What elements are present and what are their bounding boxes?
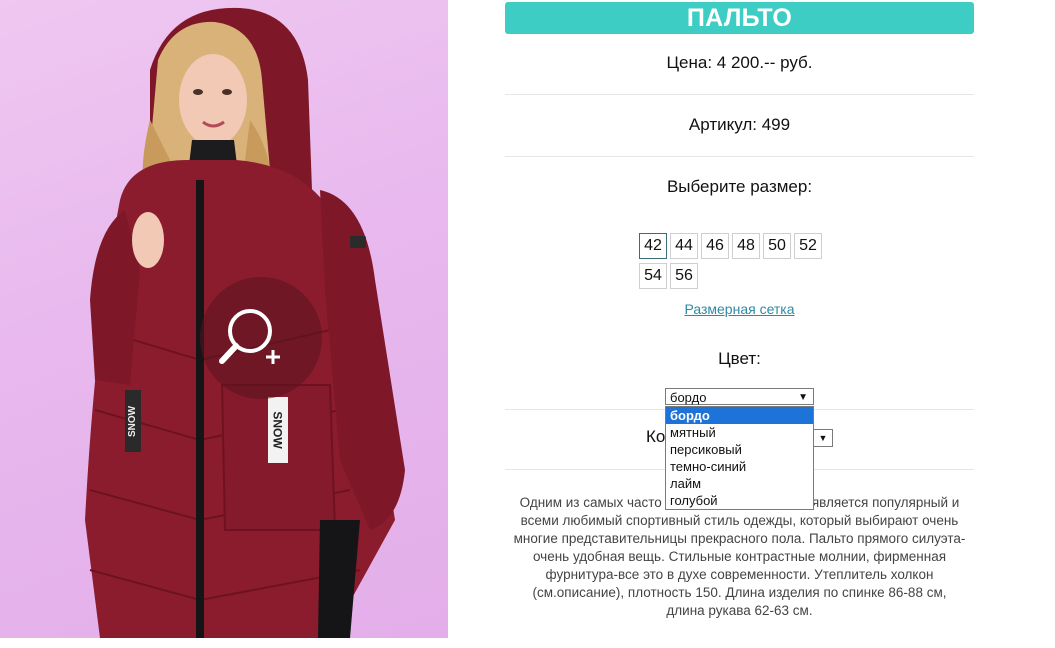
desc-line: (см.описание), плотность 150. Длина изде… [532, 585, 947, 600]
snow-tape-text-left: SNOW [127, 405, 139, 437]
snow-tape-label-left: SNOW [125, 390, 141, 452]
desc-line-start: Одним из самых часто [519, 495, 662, 510]
color-option-navy[interactable]: темно-синий [666, 458, 813, 475]
zoom-button[interactable] [200, 277, 322, 399]
size-option-42[interactable]: 42 [639, 233, 667, 259]
choose-size-label: Выберите размер: [666, 177, 813, 196]
divider [505, 94, 974, 95]
divider [505, 156, 974, 157]
color-option-peach[interactable]: персиковый [666, 441, 813, 458]
zoom-in-icon [219, 309, 280, 364]
color-select[interactable]: бордо ▼ [665, 388, 814, 405]
size-option-54[interactable]: 54 [639, 263, 667, 289]
desc-line: очень удобная вещь. Стильные контрастные… [532, 549, 947, 564]
product-title: ПАЛЬТО [686, 3, 793, 32]
color-option-lime[interactable]: лайм [666, 475, 813, 492]
size-option-46[interactable]: 46 [701, 233, 729, 259]
article-text: Артикул: 499 [688, 115, 791, 134]
color-option-lightblue[interactable]: голубой [666, 492, 813, 509]
product-description: Одним из самых часто является популярный … [512, 494, 967, 620]
product-title-bar: ПАЛЬТО [505, 2, 974, 34]
size-option-52[interactable]: 52 [794, 233, 822, 259]
color-dropdown-list[interactable]: бордо мятный персиковый темно-синий лайм… [665, 406, 814, 510]
desc-line: фурнитура-все это в духе современности. … [545, 567, 934, 582]
dropdown-arrow-icon: ▼ [818, 433, 828, 443]
product-photo[interactable]: SNOW SNOW [0, 0, 448, 638]
size-option-56[interactable]: 56 [670, 263, 698, 289]
snow-tape-label: SNOW [269, 398, 287, 462]
color-option-mint[interactable]: мятный [666, 424, 813, 441]
size-option-48[interactable]: 48 [732, 233, 760, 259]
color-select-value: бордо [670, 390, 707, 405]
size-option-50[interactable]: 50 [763, 233, 791, 259]
snow-tape-text: SNOW [271, 411, 285, 449]
size-option-44[interactable]: 44 [670, 233, 698, 259]
desc-line: длина рукава 62-63 см. [666, 603, 813, 618]
price-text: Цена: 4 200.-- руб. [666, 53, 813, 72]
color-option-bordo[interactable]: бордо [666, 407, 813, 424]
quantity-select[interactable]: ▼ [813, 429, 833, 447]
color-label: Цвет: [718, 349, 761, 368]
size-chart-link[interactable]: Размерная сетка [505, 301, 974, 317]
desc-line: всеми любимый спортивный стиль одежды, к… [520, 513, 959, 528]
desc-line-end: является популярный и [811, 495, 960, 510]
desc-line: многие представительницы прекрасного пол… [513, 531, 966, 546]
quantity-label: Ко [646, 427, 666, 446]
dropdown-arrow-icon: ▼ [798, 392, 808, 403]
